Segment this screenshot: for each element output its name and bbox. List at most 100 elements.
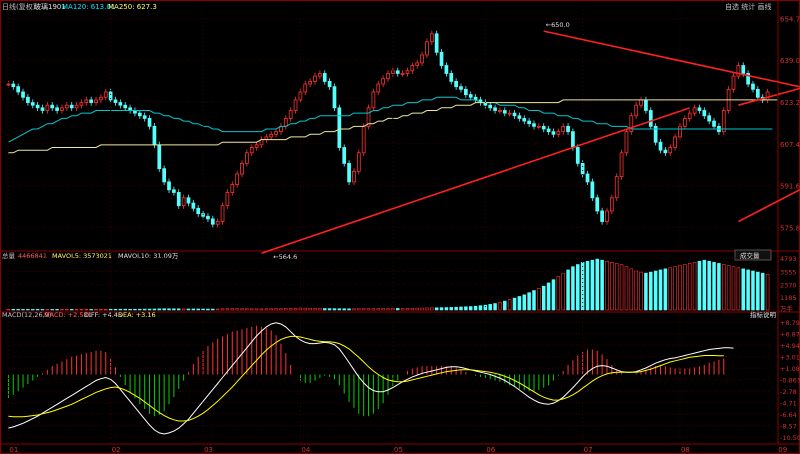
volume-bar bbox=[527, 292, 531, 311]
volume-bar bbox=[191, 308, 196, 311]
candle-body bbox=[498, 110, 502, 112]
volume-bar bbox=[50, 309, 54, 311]
indicator-help-link[interactable]: 指标说明 bbox=[750, 310, 777, 319]
candle-body bbox=[541, 125, 546, 130]
macd-tick-label: +1.08 bbox=[780, 365, 800, 373]
candle-body bbox=[245, 152, 249, 164]
candle-body bbox=[468, 94, 473, 98]
macd-tick-label: -0.863 bbox=[780, 377, 800, 385]
candle-body bbox=[30, 102, 35, 106]
volume-bar bbox=[264, 308, 269, 311]
indicator-dropdown-label[interactable]: 成交量 bbox=[740, 251, 760, 260]
mavol10-label: MAVOL10: 31.09万 bbox=[118, 252, 179, 260]
volume-bar bbox=[327, 308, 332, 311]
ma120-line bbox=[8, 96, 773, 143]
candle-body bbox=[585, 173, 590, 183]
candle-body bbox=[147, 118, 152, 127]
candle-body bbox=[507, 112, 512, 115]
volume-bar bbox=[668, 267, 673, 311]
volume-bar bbox=[162, 308, 166, 311]
volume-bar bbox=[658, 269, 663, 311]
volume-bar bbox=[634, 270, 638, 311]
volume-bar bbox=[279, 308, 283, 311]
price-tick-label: 639.0 bbox=[780, 57, 800, 65]
volume-bar bbox=[420, 307, 424, 311]
candle-body bbox=[644, 99, 648, 111]
candle-body bbox=[425, 41, 429, 56]
volume-bar bbox=[6, 308, 11, 311]
volume-bar bbox=[99, 308, 103, 311]
macd-tick-label: +4.94 bbox=[780, 342, 800, 350]
candle-body bbox=[493, 107, 497, 111]
volume-bar bbox=[644, 272, 648, 311]
volume-bar bbox=[313, 308, 317, 311]
volume-bar bbox=[765, 273, 770, 311]
candle-body bbox=[64, 104, 69, 109]
candle-body bbox=[731, 75, 736, 90]
volume-value: 4466841 bbox=[18, 252, 47, 260]
macd-tick-label: -10.50 bbox=[780, 434, 800, 442]
candle-body bbox=[736, 65, 741, 77]
candle-body bbox=[352, 170, 356, 183]
volume-bar bbox=[89, 309, 93, 311]
candle-body bbox=[303, 83, 308, 93]
candle-body bbox=[35, 104, 40, 109]
x-tick-label: 02 bbox=[112, 446, 121, 454]
candle-body bbox=[386, 73, 390, 80]
candle-body bbox=[84, 99, 89, 103]
volume-bar bbox=[211, 308, 215, 311]
candle-body bbox=[322, 73, 327, 82]
volume-bar bbox=[546, 282, 551, 311]
price-tick-label: 623.2 bbox=[780, 99, 800, 107]
candle-body bbox=[152, 125, 157, 146]
volume-bar bbox=[415, 307, 419, 311]
diff-value: DIFF: +4.45 bbox=[84, 311, 122, 319]
volume-bar bbox=[40, 309, 45, 311]
volume-bar bbox=[21, 309, 25, 311]
volume-bar bbox=[512, 297, 517, 311]
header-toolbar[interactable]: 自选 统计 画线 bbox=[725, 2, 771, 11]
volume-bar bbox=[653, 270, 658, 311]
candle-body bbox=[356, 152, 361, 172]
volume-bar bbox=[254, 308, 259, 311]
volume-bar bbox=[225, 308, 230, 311]
candle-body bbox=[434, 33, 439, 53]
volume-bar bbox=[235, 308, 239, 311]
candle-body bbox=[488, 104, 493, 109]
volume-bar bbox=[590, 259, 595, 311]
trendline[interactable] bbox=[738, 116, 800, 223]
candle-body bbox=[502, 110, 507, 114]
candle-body bbox=[429, 33, 434, 43]
volume-bar bbox=[702, 259, 707, 311]
candle-body bbox=[678, 125, 682, 138]
candle-body bbox=[288, 110, 293, 119]
candle-body bbox=[561, 125, 566, 133]
volume-tick-label: 1185 bbox=[780, 294, 797, 302]
candle-body bbox=[172, 189, 176, 193]
candle-body bbox=[420, 54, 424, 64]
candle-body bbox=[118, 102, 123, 106]
volume-bar bbox=[731, 266, 736, 311]
ma250-label: MA250: 627.3 bbox=[108, 3, 157, 11]
volume-bar bbox=[459, 306, 463, 311]
volume-bar bbox=[722, 264, 726, 311]
trendline[interactable] bbox=[261, 107, 690, 255]
volume-bar bbox=[298, 307, 303, 311]
candle-body bbox=[444, 65, 449, 74]
volume-bar bbox=[483, 304, 488, 311]
candle-body bbox=[624, 131, 629, 154]
volume-bar bbox=[726, 265, 731, 311]
candle-body bbox=[40, 107, 45, 111]
trendline[interactable] bbox=[543, 30, 800, 116]
volume-bar bbox=[692, 262, 697, 311]
candle-body bbox=[658, 141, 663, 151]
price-tick-label: 575.8 bbox=[780, 224, 800, 232]
volume-bar bbox=[347, 308, 351, 311]
candle-body bbox=[347, 162, 351, 183]
candle-body bbox=[395, 70, 400, 74]
candle-body bbox=[687, 112, 692, 119]
candle-body bbox=[532, 123, 536, 127]
volume-bar bbox=[663, 268, 668, 311]
volume-bar bbox=[249, 308, 254, 311]
volume-bar bbox=[215, 308, 220, 311]
